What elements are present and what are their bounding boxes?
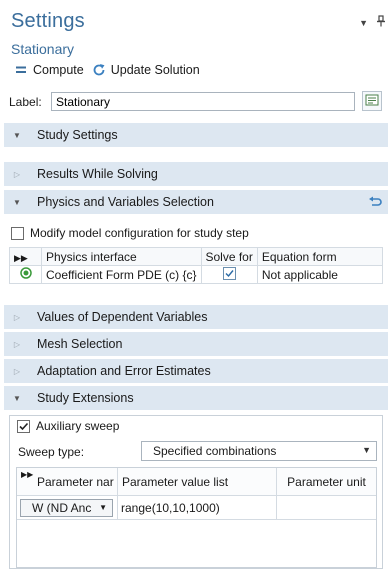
reset-icon[interactable]	[368, 195, 382, 212]
label-edit-icon	[365, 94, 379, 106]
label-caption: Label:	[9, 94, 42, 109]
col-parameter-name: ▶▶ Parameter nar	[17, 468, 118, 495]
section-label: Study Extensions	[37, 391, 134, 405]
collapsed-arrow-icon: ▷	[13, 312, 21, 322]
expand-columns-icon[interactable]: ▶▶	[9, 247, 42, 266]
panel-title: Settings	[11, 10, 85, 32]
pin-icon[interactable]	[376, 15, 386, 30]
label-edit-button[interactable]	[362, 91, 382, 111]
header-tools: ▼	[359, 15, 386, 30]
panel-subtitle: Stationary	[11, 41, 75, 57]
col-parameter-name-label: Parameter nar	[37, 474, 114, 489]
modify-config-row[interactable]: Modify model configuration for study ste…	[11, 226, 249, 240]
solve-for-checkbox[interactable]	[200, 265, 258, 284]
table-row[interactable]: W (ND Anc ▼ range(10,10,1000)	[17, 496, 376, 520]
chevron-down-icon: ▼	[362, 445, 371, 455]
menu-dropdown-icon[interactable]: ▼	[359, 18, 368, 28]
label-row: Label:	[9, 92, 355, 111]
collapsed-arrow-icon: ▷	[13, 366, 21, 376]
expanded-arrow-icon: ▼	[13, 393, 21, 403]
section-study-extensions[interactable]: ▼ Study Extensions	[4, 386, 388, 410]
collapsed-arrow-icon: ▷	[13, 169, 21, 179]
col-parameter-value-list: Parameter value list	[118, 468, 277, 495]
aux-sweep-row[interactable]: Auxiliary sweep	[17, 419, 119, 433]
section-label: Results While Solving	[37, 167, 158, 181]
expanded-arrow-icon: ▼	[13, 130, 21, 140]
chevron-down-icon: ▼	[99, 502, 107, 512]
check-icon	[19, 422, 29, 430]
equation-form-cell: Not applicable	[256, 265, 384, 284]
section-mesh-selection[interactable]: ▷ Mesh Selection	[4, 332, 388, 356]
toolbar: Compute Update Solution	[14, 61, 208, 79]
section-physics-selection[interactable]: ▼ Physics and Variables Selection	[4, 190, 388, 214]
physics-table: ▶▶ Physics interface Solve for Equation …	[9, 247, 384, 284]
col-physics-interface: Physics interface	[41, 247, 202, 266]
compute-label: Compute	[33, 63, 84, 77]
refresh-icon	[92, 63, 106, 77]
sweep-parameter-table: ▶▶ Parameter nar Parameter value list Pa…	[16, 467, 377, 568]
parameter-name-cell: W (ND Anc ▼	[17, 496, 118, 519]
modify-config-checkbox[interactable]	[11, 226, 24, 240]
section-study-settings[interactable]: ▼ Study Settings	[4, 123, 388, 147]
modify-config-label: Modify model configuration for study ste…	[30, 226, 249, 240]
sweep-type-value: Specified combinations	[153, 444, 277, 458]
check-icon	[222, 266, 236, 280]
physics-interface-cell: Coefficient Form PDE (c) {c}	[41, 265, 202, 284]
section-label: Study Settings	[37, 128, 118, 142]
parameter-name-select[interactable]: W (ND Anc ▼	[20, 498, 113, 517]
parameter-name-value: W (ND Anc	[32, 500, 92, 515]
compute-button[interactable]: Compute	[14, 63, 84, 77]
col-equation-form: Equation form	[256, 247, 384, 266]
section-results-while-solving[interactable]: ▷ Results While Solving	[4, 162, 388, 186]
section-label: Values of Dependent Variables	[37, 310, 208, 324]
update-solution-label: Update Solution	[110, 63, 200, 77]
sweep-type-select[interactable]: Specified combinations ▼	[141, 441, 377, 461]
collapsed-arrow-icon: ▷	[13, 339, 21, 349]
update-solution-button[interactable]: Update Solution	[92, 63, 200, 77]
section-label: Mesh Selection	[37, 337, 123, 351]
parameter-unit-cell[interactable]	[277, 496, 376, 519]
col-solve-for: Solve for	[200, 247, 258, 266]
expanded-arrow-icon: ▼	[13, 197, 21, 207]
aux-sweep-checkbox[interactable]	[17, 419, 30, 433]
sweep-type-label: Sweep type:	[18, 445, 85, 459]
section-adaptation[interactable]: ▷ Adaptation and Error Estimates	[4, 359, 388, 383]
aux-sweep-label: Auxiliary sweep	[36, 419, 120, 433]
compute-icon	[14, 63, 28, 77]
col-parameter-unit: Parameter unit	[287, 474, 366, 489]
table-row[interactable]: Coefficient Form PDE (c) {c} Not applica…	[9, 265, 384, 284]
label-input[interactable]	[51, 92, 355, 111]
physics-status-icon	[9, 265, 42, 284]
expand-columns-icon[interactable]: ▶▶	[21, 470, 33, 479]
section-values-dependent[interactable]: ▷ Values of Dependent Variables	[4, 305, 388, 329]
section-label: Adaptation and Error Estimates	[37, 364, 211, 378]
parameter-value-list-cell[interactable]: range(10,10,1000)	[118, 496, 277, 519]
sweep-table-header: ▶▶ Parameter nar Parameter value list Pa…	[17, 468, 376, 496]
section-label: Physics and Variables Selection	[37, 195, 214, 209]
physics-table-header: ▶▶ Physics interface Solve for Equation …	[9, 247, 384, 266]
